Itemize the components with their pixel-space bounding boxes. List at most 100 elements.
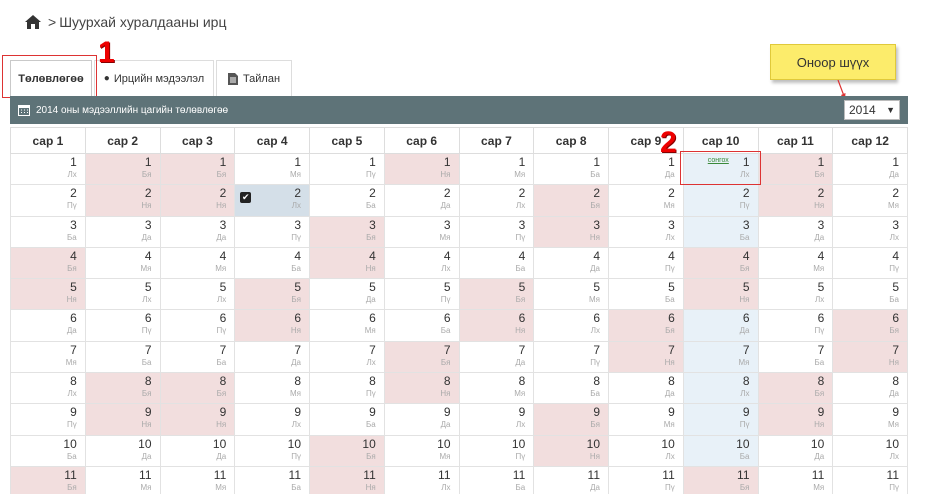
day-cell[interactable]: ✔ 2 Лх — [234, 184, 310, 217]
day-cell[interactable]: 8 Мя — [458, 372, 535, 405]
day-cell[interactable]: 1 Бя — [84, 152, 161, 186]
day-cell[interactable]: 6 Бя — [832, 309, 908, 342]
day-cell[interactable]: 2 Бя — [533, 184, 609, 217]
day-cell[interactable]: 10 Лх — [608, 434, 684, 467]
day-cell[interactable]: 11 Ба — [234, 465, 310, 494]
day-cell[interactable]: 6 Ня — [458, 309, 535, 342]
day-cell[interactable]: 9 Ня — [757, 403, 834, 436]
day-cell[interactable]: 11 Мя — [84, 465, 161, 494]
day-cell[interactable]: 6 Да — [682, 309, 759, 342]
home-icon[interactable] — [24, 14, 42, 30]
day-cell[interactable]: 10 Пү — [458, 434, 535, 467]
day-cell[interactable]: 9 Ба — [309, 403, 385, 436]
day-cell[interactable]: 3 Мя — [383, 215, 460, 248]
day-cell[interactable]: 11 Ба — [458, 465, 535, 494]
day-cell[interactable]: 3 Да — [757, 215, 834, 248]
day-cell[interactable]: 4 Бя — [10, 246, 86, 280]
day-cell[interactable]: 2 Пү — [10, 184, 86, 217]
day-cell[interactable]: 5 Пү — [383, 278, 460, 311]
day-cell[interactable]: 3 Лх — [832, 215, 908, 248]
day-cell[interactable]: 10 Да — [757, 434, 834, 467]
day-cell[interactable]: сонгох 1 Лх — [682, 152, 759, 186]
day-cell[interactable]: 1 Пү — [309, 152, 385, 186]
day-cell[interactable]: 9 Ня — [84, 403, 161, 436]
day-cell[interactable]: 11 Пү — [608, 465, 684, 494]
day-cell[interactable]: 7 Ня — [832, 340, 908, 374]
day-cell[interactable]: 8 Пү — [309, 372, 385, 405]
day-cell[interactable]: 10 Мя — [383, 434, 460, 467]
day-cell[interactable]: 4 Мя — [84, 246, 161, 280]
day-cell[interactable]: 10 Ба — [10, 434, 86, 467]
day-cell[interactable]: 11 Мя — [757, 465, 834, 494]
day-cell[interactable]: 7 Ня — [608, 340, 684, 374]
day-cell[interactable]: 8 Ня — [383, 372, 460, 405]
day-cell[interactable]: 2 Да — [383, 184, 460, 217]
day-cell[interactable]: 4 Мя — [159, 246, 236, 280]
day-cell[interactable]: 10 Пү — [234, 434, 310, 467]
day-cell[interactable]: 4 Пү — [608, 246, 684, 280]
day-cell[interactable]: 3 Лх — [608, 215, 684, 248]
day-cell[interactable]: 10 Да — [159, 434, 236, 467]
checkbox-checked-icon[interactable]: ✔ — [240, 192, 252, 204]
day-cell[interactable]: 9 Бя — [533, 403, 609, 436]
day-cell[interactable]: 1 Бя — [757, 152, 834, 186]
day-cell[interactable]: 10 Бя — [309, 434, 385, 467]
day-cell[interactable]: 4 Бя — [682, 246, 759, 280]
day-cell[interactable]: 3 Бя — [309, 215, 385, 248]
day-cell[interactable]: 9 Лх — [458, 403, 535, 436]
day-cell[interactable]: 2 Мя — [608, 184, 684, 217]
day-cell[interactable]: 9 Мя — [832, 403, 908, 436]
day-cell[interactable]: 4 Да — [533, 246, 609, 280]
day-cell[interactable]: 4 Ня — [309, 246, 385, 280]
day-cell[interactable]: 5 Бя — [234, 278, 310, 311]
tab-plan[interactable]: Төлөвлөгөө — [10, 60, 92, 96]
day-cell[interactable]: 4 Лх — [383, 246, 460, 280]
day-cell[interactable]: 2 Ба — [309, 184, 385, 217]
day-cell[interactable]: 6 Лх — [533, 309, 609, 342]
day-cell[interactable]: 5 Ня — [682, 278, 759, 311]
select-link[interactable]: сонгох — [708, 157, 729, 164]
day-cell[interactable]: 2 Пү — [682, 184, 759, 217]
day-cell[interactable]: 11 Пү — [832, 465, 908, 494]
day-cell[interactable]: 7 Ба — [84, 340, 161, 374]
day-cell[interactable]: 4 Ба — [234, 246, 310, 280]
day-cell[interactable]: 5 Лх — [84, 278, 161, 311]
day-cell[interactable]: 11 Да — [533, 465, 609, 494]
day-cell[interactable]: 7 Лх — [309, 340, 385, 374]
day-cell[interactable]: 1 Ба — [533, 152, 609, 186]
day-cell[interactable]: 1 Ня — [383, 152, 460, 186]
day-cell[interactable]: 5 Бя — [458, 278, 535, 311]
day-cell[interactable]: 8 Ба — [533, 372, 609, 405]
day-cell[interactable]: 8 Лх — [682, 372, 759, 405]
day-cell[interactable]: 8 Мя — [234, 372, 310, 405]
day-cell[interactable]: 1 Бя — [159, 152, 236, 186]
day-cell[interactable]: 7 Мя — [10, 340, 86, 374]
day-cell[interactable]: 8 Бя — [757, 372, 834, 405]
day-cell[interactable]: 11 Бя — [682, 465, 759, 494]
day-cell[interactable]: 5 Да — [309, 278, 385, 311]
day-cell[interactable]: 6 Мя — [309, 309, 385, 342]
day-cell[interactable]: 3 Ба — [10, 215, 86, 248]
day-cell[interactable]: 3 Пү — [458, 215, 535, 248]
day-cell[interactable]: 5 Ба — [608, 278, 684, 311]
day-cell[interactable]: 7 Мя — [682, 340, 759, 374]
day-cell[interactable]: 11 Мя — [159, 465, 236, 494]
day-cell[interactable]: 10 Да — [84, 434, 161, 467]
day-cell[interactable]: 7 Ба — [757, 340, 834, 374]
day-cell[interactable]: 5 Мя — [533, 278, 609, 311]
day-cell[interactable]: 8 Бя — [84, 372, 161, 405]
day-cell[interactable]: 7 Пү — [533, 340, 609, 374]
day-cell[interactable]: 6 Да — [10, 309, 86, 342]
day-cell[interactable]: 10 Ня — [533, 434, 609, 467]
day-cell[interactable]: 11 Ня — [309, 465, 385, 494]
day-cell[interactable]: 3 Ня — [533, 215, 609, 248]
day-cell[interactable]: 8 Лх — [10, 372, 86, 405]
day-cell[interactable]: 6 Ба — [383, 309, 460, 342]
day-cell[interactable]: 2 Лх — [458, 184, 535, 217]
day-cell[interactable]: 2 Ня — [757, 184, 834, 217]
day-cell[interactable]: 8 Да — [608, 372, 684, 405]
day-cell[interactable]: 11 Лх — [383, 465, 460, 494]
tab-report[interactable]: Тайлан — [216, 60, 292, 96]
day-cell[interactable]: 7 Ба — [159, 340, 236, 374]
day-cell[interactable]: 9 Лх — [234, 403, 310, 436]
